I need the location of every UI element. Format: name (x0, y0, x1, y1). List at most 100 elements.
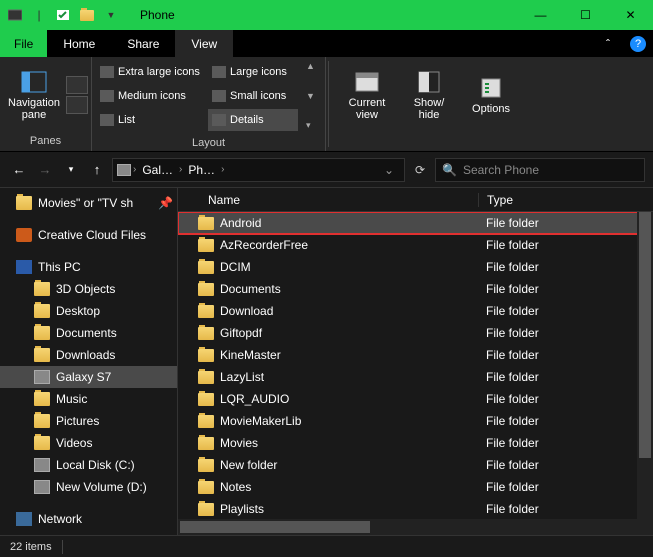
folder-icon (34, 348, 50, 362)
tree-3d-objects[interactable]: 3D Objects (0, 278, 177, 300)
column-header: Name Type (178, 188, 653, 212)
file-row[interactable]: DocumentsFile folder (178, 278, 653, 300)
file-row[interactable]: GiftopdfFile folder (178, 322, 653, 344)
layout-scroll-down-icon[interactable]: ▼ (306, 91, 315, 101)
file-row[interactable]: LazyListFile folder (178, 366, 653, 388)
folder-icon (198, 305, 214, 318)
navigation-pane-button[interactable]: Navigation pane (8, 69, 60, 121)
refresh-button[interactable]: ⟳ (409, 163, 431, 177)
col-name[interactable]: Name (178, 193, 478, 207)
search-icon: 🔍 (442, 163, 457, 177)
back-button[interactable]: ← (8, 159, 30, 181)
tree-local-disk-c-[interactable]: Local Disk (C:) (0, 454, 177, 476)
tree-network[interactable]: Network (0, 508, 177, 530)
folder-icon (198, 503, 214, 516)
tree-new-volume-d-[interactable]: New Volume (D:) (0, 476, 177, 498)
tab-home[interactable]: Home (47, 30, 111, 57)
layout-more-icon[interactable]: ▾ (306, 120, 315, 131)
file-row[interactable]: DownloadFile folder (178, 300, 653, 322)
tree-desktop[interactable]: Desktop (0, 300, 177, 322)
folder-icon (198, 283, 214, 296)
layout-scroll-up-icon[interactable]: ▲ (306, 61, 315, 71)
status-bar: 22 items (0, 535, 653, 557)
tree-galaxy-s7[interactable]: Galaxy S7 (0, 366, 177, 388)
tree-documents[interactable]: Documents (0, 322, 177, 344)
tree-this-pc[interactable]: This PC (0, 256, 177, 278)
file-row[interactable]: DCIMFile folder (178, 256, 653, 278)
file-row[interactable]: PlaylistsFile folder (178, 498, 653, 519)
folder-icon (16, 196, 32, 210)
help-button[interactable]: ? (623, 30, 653, 57)
net-icon (16, 512, 32, 526)
details-pane-icon[interactable] (66, 96, 88, 114)
tree-movies-or-tv-sh[interactable]: Movies" or "TV sh📌 (0, 192, 177, 214)
file-menu[interactable]: File (0, 30, 47, 57)
file-row[interactable]: AzRecorderFreeFile folder (178, 234, 653, 256)
folder-icon (198, 261, 214, 274)
tree-videos[interactable]: Videos (0, 432, 177, 454)
crumb-dropdown-icon[interactable]: ⌄ (378, 163, 400, 177)
file-row[interactable]: NotesFile folder (178, 476, 653, 498)
qat-properties-icon[interactable] (52, 4, 74, 26)
recent-dropdown-icon[interactable]: ▾ (60, 159, 82, 181)
breadcrumb[interactable]: › Gal… › Ph… › ⌄ (112, 158, 405, 182)
window-title: Phone (140, 8, 175, 22)
layout-group-label: Layout (92, 135, 325, 153)
tree-music[interactable]: Music (0, 388, 177, 410)
horizontal-scrollbar[interactable] (178, 519, 653, 535)
drive-icon (117, 164, 131, 176)
file-row[interactable]: AndroidFile folder (178, 212, 653, 234)
forward-button[interactable]: → (34, 159, 56, 181)
show-hide-button[interactable]: Show/ hide (401, 69, 457, 121)
preview-pane-icon[interactable] (66, 76, 88, 94)
up-button[interactable]: ↑ (86, 159, 108, 181)
file-row[interactable]: MoviesFile folder (178, 432, 653, 454)
file-row[interactable]: LQR_AUDIOFile folder (178, 388, 653, 410)
crumb-0[interactable]: Gal… (138, 163, 177, 177)
qat-dropdown-icon[interactable]: ▼ (100, 4, 122, 26)
folder-icon (198, 371, 214, 384)
folder-icon (34, 414, 50, 428)
qat-folder-icon[interactable] (76, 4, 98, 26)
tab-view[interactable]: View (175, 30, 233, 57)
close-button[interactable]: ✕ (608, 0, 653, 30)
tree-pictures[interactable]: Pictures (0, 410, 177, 432)
tree-creative-cloud-files[interactable]: Creative Cloud Files (0, 224, 177, 246)
file-row[interactable]: KineMasterFile folder (178, 344, 653, 366)
tab-share[interactable]: Share (111, 30, 175, 57)
ribbon-collapse-icon[interactable]: ˆ (593, 30, 623, 57)
qat-icon[interactable] (4, 4, 26, 26)
file-row[interactable]: MovieMakerLibFile folder (178, 410, 653, 432)
search-input[interactable]: 🔍 Search Phone (435, 158, 645, 182)
layout-list[interactable]: List (96, 109, 206, 131)
folder-icon (198, 459, 214, 472)
drive-icon (34, 458, 50, 472)
address-bar: ← → ▾ ↑ › Gal… › Ph… › ⌄ ⟳ 🔍 Search Phon… (0, 152, 653, 188)
col-type[interactable]: Type (478, 193, 653, 207)
folder-icon (34, 282, 50, 296)
drive-icon (34, 370, 50, 384)
pc-icon (16, 260, 32, 274)
layout-small-icons[interactable]: Small icons (208, 85, 298, 107)
crumb-1[interactable]: Ph… (184, 163, 219, 177)
layout-medium-icons[interactable]: Medium icons (96, 85, 206, 107)
folder-icon (198, 437, 214, 450)
tree-downloads[interactable]: Downloads (0, 344, 177, 366)
folder-icon (34, 436, 50, 450)
maximize-button[interactable]: ☐ (563, 0, 608, 30)
drive-icon (34, 480, 50, 494)
pin-icon: 📌 (158, 196, 173, 210)
file-row[interactable]: New folderFile folder (178, 454, 653, 476)
minimize-button[interactable]: — (518, 0, 563, 30)
titlebar: | ▼ Phone — ☐ ✕ (0, 0, 653, 30)
nav-tree: Movies" or "TV sh📌 Creative Cloud Files Th… (0, 188, 178, 535)
qat-divider: | (28, 4, 50, 26)
folder-icon (34, 392, 50, 406)
layout-details[interactable]: Details (208, 109, 298, 131)
folder-icon (34, 304, 50, 318)
vertical-scrollbar[interactable] (637, 212, 653, 519)
options-button[interactable]: Options (463, 75, 519, 115)
current-view-button[interactable]: Current view (339, 69, 395, 121)
layout-large-icons[interactable]: Large icons (208, 61, 298, 83)
layout-extra-large-icons[interactable]: Extra large icons (96, 61, 206, 83)
